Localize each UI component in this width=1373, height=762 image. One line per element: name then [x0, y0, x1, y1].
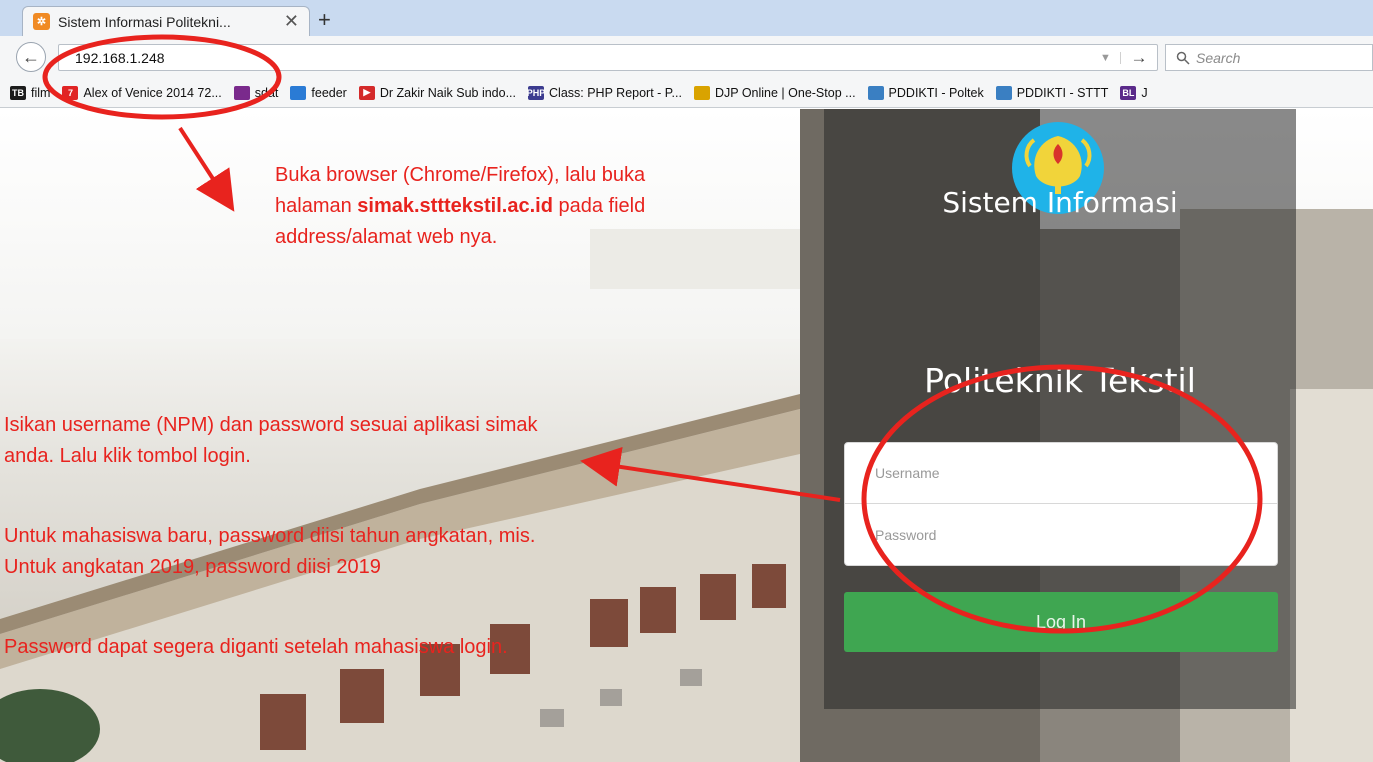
bookmark-item[interactable]: BL J: [1120, 85, 1148, 100]
bookmark-label: PDDIKTI - Poltek: [888, 85, 984, 100]
bookmark-item[interactable]: ▶ Dr Zakir Naik Sub indo...: [358, 85, 517, 100]
tab-title: Sistem Informasi Politekni...: [58, 13, 231, 30]
search-input[interactable]: Search: [1165, 44, 1373, 71]
bookmark-favicon-icon: [867, 85, 884, 100]
bookmark-favicon-icon: BL: [1120, 85, 1137, 100]
bookmark-label: feeder: [311, 85, 347, 100]
bookmark-label: PDDIKTI - STTT: [1016, 85, 1109, 100]
bookmark-item[interactable]: feeder: [290, 85, 347, 100]
bookmark-favicon-icon: [995, 85, 1012, 100]
login-button[interactable]: Log In: [844, 592, 1278, 652]
bookmark-label: sdat: [254, 85, 279, 100]
bookmark-item[interactable]: PDDIKTI - Poltek: [867, 85, 984, 100]
bookmark-item[interactable]: TB film: [10, 85, 51, 100]
bookmark-item[interactable]: PHP Class: PHP Report - P...: [526, 85, 682, 100]
bookmark-label: Class: PHP Report - P...: [549, 85, 682, 100]
bookmark-label: DJP Online | One-Stop ...: [714, 85, 856, 100]
bookmark-item[interactable]: PDDIKTI - STTT: [995, 85, 1109, 100]
bookmark-label: Alex of Venice 2014 72...: [83, 85, 222, 100]
bookmark-favicon-icon: 7: [62, 85, 79, 100]
go-arrow-icon[interactable]: →: [1121, 48, 1157, 68]
bookmark-favicon-icon: [233, 85, 250, 100]
bookmark-item[interactable]: sdat: [233, 85, 279, 100]
bookmark-label: film: [31, 85, 51, 100]
annotation-new-student-password: Untuk mahasiswa baru, password diisi tah…: [4, 525, 536, 578]
panel-title-line2: Politeknik Tekstil: [924, 361, 1196, 400]
navigation-toolbar: ← 192.168.1.248 ▼ → Search: [0, 36, 1373, 78]
annotation-url-bold: simak.stttekstil.ac.id: [357, 195, 553, 217]
back-button[interactable]: ←: [16, 42, 46, 72]
url-text[interactable]: 192.168.1.248: [75, 50, 1091, 66]
search-icon: [1176, 51, 1190, 65]
browser-tab[interactable]: ✲ Sistem Informasi Politekni... ✕: [22, 6, 310, 36]
bookmark-item[interactable]: DJP Online | One-Stop ...: [693, 85, 856, 100]
bookmark-favicon-icon: ▶: [358, 85, 375, 100]
close-tab-icon[interactable]: ✕: [284, 11, 299, 32]
password-input[interactable]: Password: [844, 504, 1278, 566]
bookmark-favicon-icon: PHP: [526, 85, 546, 100]
annotation-fill-credentials: Isikan username (NPM) dan password sesua…: [4, 414, 538, 467]
username-placeholder: Username: [875, 465, 940, 481]
url-dropdown-icon[interactable]: ▼: [1091, 51, 1121, 64]
annotation-change-password: Password dapat segera diganti setelah ma…: [4, 636, 508, 658]
annotation-open-browser: Buka browser (Chrome/Firefox), lalu buka…: [275, 160, 695, 253]
bookmarks-toolbar: TB film 7 Alex of Venice 2014 72... sdat feed…: [0, 78, 1373, 108]
tab-bar: ✲ Sistem Informasi Politekni... ✕ +: [0, 0, 1373, 36]
xampp-favicon-icon: ✲: [33, 13, 50, 30]
bookmark-item[interactable]: 7 Alex of Venice 2014 72...: [62, 85, 222, 100]
bookmark-label: Dr Zakir Naik Sub indo...: [379, 85, 517, 100]
new-tab-button[interactable]: +: [318, 9, 331, 31]
bookmark-favicon-icon: [693, 85, 710, 100]
search-placeholder: Search: [1196, 49, 1241, 66]
username-input[interactable]: Username: [844, 442, 1278, 504]
bookmark-favicon-icon: [290, 85, 307, 100]
bookmark-favicon-icon: TB: [10, 85, 26, 100]
bookmark-label: J: [1141, 85, 1148, 100]
address-bar[interactable]: 192.168.1.248 ▼ →: [58, 44, 1158, 71]
panel-title-line1: Sistem Informasi: [942, 186, 1178, 219]
password-placeholder: Password: [875, 526, 937, 543]
